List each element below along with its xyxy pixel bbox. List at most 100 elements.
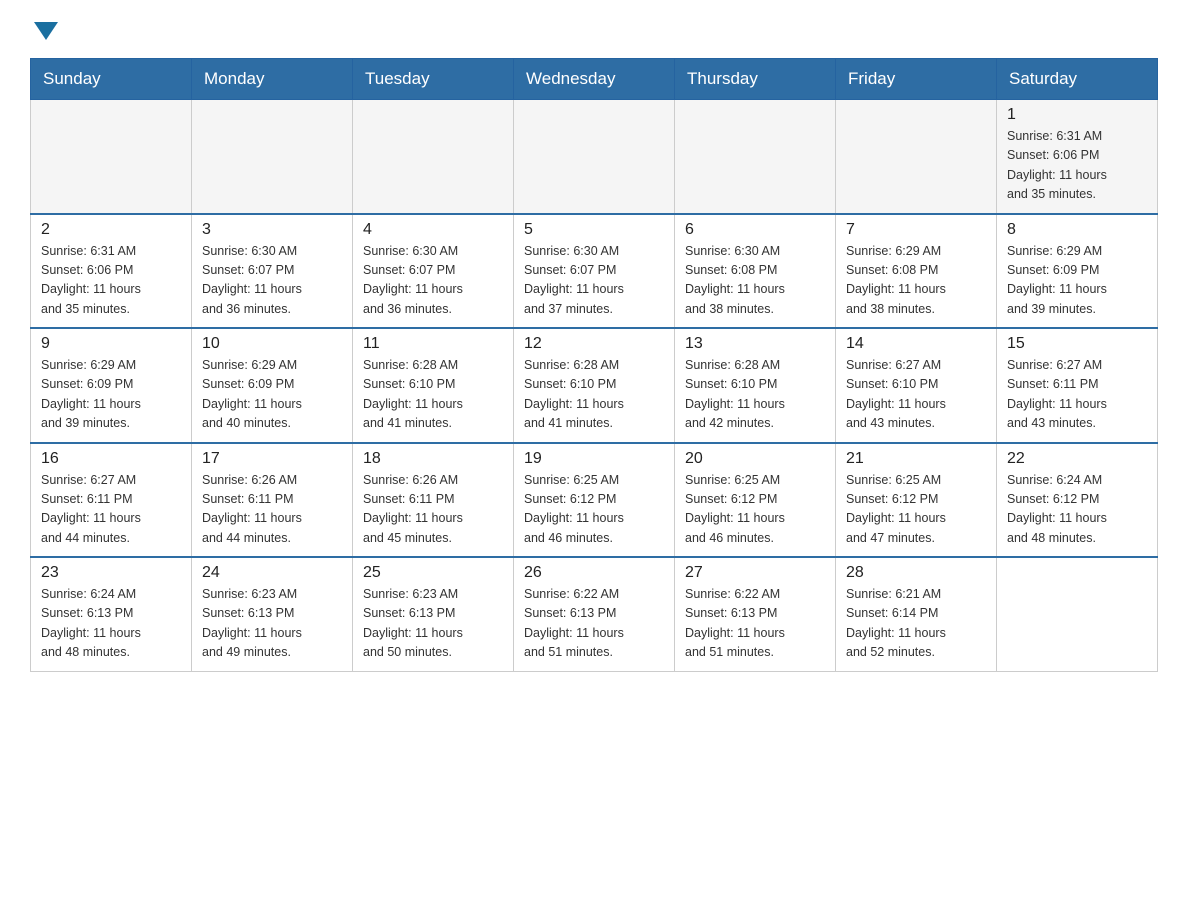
week-row-5: 23 Sunrise: 6:24 AM Sunset: 6:13 PM Dayli… bbox=[31, 557, 1158, 671]
day-info: Sunrise: 6:28 AM Sunset: 6:10 PM Dayligh… bbox=[363, 356, 503, 434]
day-info: Sunrise: 6:29 AM Sunset: 6:09 PM Dayligh… bbox=[41, 356, 181, 434]
day-cell: 27 Sunrise: 6:22 AM Sunset: 6:13 PM Dayli… bbox=[675, 557, 836, 671]
day-info: Sunrise: 6:25 AM Sunset: 6:12 PM Dayligh… bbox=[846, 471, 986, 549]
day-number: 1 bbox=[1007, 106, 1147, 124]
weekday-header-row: SundayMondayTuesdayWednesdayThursdayFrid… bbox=[31, 59, 1158, 100]
day-info: Sunrise: 6:29 AM Sunset: 6:09 PM Dayligh… bbox=[1007, 242, 1147, 320]
day-cell: 15 Sunrise: 6:27 AM Sunset: 6:11 PM Dayli… bbox=[997, 328, 1158, 443]
logo bbox=[30, 20, 58, 38]
day-number: 15 bbox=[1007, 335, 1147, 353]
day-info: Sunrise: 6:31 AM Sunset: 6:06 PM Dayligh… bbox=[1007, 127, 1147, 205]
weekday-header-thursday: Thursday bbox=[675, 59, 836, 100]
week-row-3: 9 Sunrise: 6:29 AM Sunset: 6:09 PM Daylig… bbox=[31, 328, 1158, 443]
day-number: 6 bbox=[685, 221, 825, 239]
day-info: Sunrise: 6:23 AM Sunset: 6:13 PM Dayligh… bbox=[363, 585, 503, 663]
day-number: 5 bbox=[524, 221, 664, 239]
logo-arrow-icon bbox=[34, 22, 58, 40]
weekday-header-monday: Monday bbox=[192, 59, 353, 100]
day-cell bbox=[997, 557, 1158, 671]
day-cell: 18 Sunrise: 6:26 AM Sunset: 6:11 PM Dayli… bbox=[353, 443, 514, 558]
day-number: 23 bbox=[41, 564, 181, 582]
day-cell bbox=[836, 100, 997, 214]
day-info: Sunrise: 6:21 AM Sunset: 6:14 PM Dayligh… bbox=[846, 585, 986, 663]
day-info: Sunrise: 6:26 AM Sunset: 6:11 PM Dayligh… bbox=[202, 471, 342, 549]
day-number: 18 bbox=[363, 450, 503, 468]
day-info: Sunrise: 6:27 AM Sunset: 6:11 PM Dayligh… bbox=[1007, 356, 1147, 434]
calendar: SundayMondayTuesdayWednesdayThursdayFrid… bbox=[30, 58, 1158, 672]
week-row-2: 2 Sunrise: 6:31 AM Sunset: 6:06 PM Daylig… bbox=[31, 214, 1158, 329]
day-info: Sunrise: 6:25 AM Sunset: 6:12 PM Dayligh… bbox=[685, 471, 825, 549]
day-number: 28 bbox=[846, 564, 986, 582]
day-cell: 26 Sunrise: 6:22 AM Sunset: 6:13 PM Dayli… bbox=[514, 557, 675, 671]
week-row-4: 16 Sunrise: 6:27 AM Sunset: 6:11 PM Dayli… bbox=[31, 443, 1158, 558]
day-cell: 19 Sunrise: 6:25 AM Sunset: 6:12 PM Dayli… bbox=[514, 443, 675, 558]
day-cell: 1 Sunrise: 6:31 AM Sunset: 6:06 PM Daylig… bbox=[997, 100, 1158, 214]
day-info: Sunrise: 6:30 AM Sunset: 6:07 PM Dayligh… bbox=[202, 242, 342, 320]
weekday-header-sunday: Sunday bbox=[31, 59, 192, 100]
day-number: 9 bbox=[41, 335, 181, 353]
day-number: 25 bbox=[363, 564, 503, 582]
day-cell: 6 Sunrise: 6:30 AM Sunset: 6:08 PM Daylig… bbox=[675, 214, 836, 329]
day-cell: 23 Sunrise: 6:24 AM Sunset: 6:13 PM Dayli… bbox=[31, 557, 192, 671]
day-number: 4 bbox=[363, 221, 503, 239]
week-row-1: 1 Sunrise: 6:31 AM Sunset: 6:06 PM Daylig… bbox=[31, 100, 1158, 214]
day-cell: 3 Sunrise: 6:30 AM Sunset: 6:07 PM Daylig… bbox=[192, 214, 353, 329]
day-cell bbox=[514, 100, 675, 214]
day-cell: 11 Sunrise: 6:28 AM Sunset: 6:10 PM Dayli… bbox=[353, 328, 514, 443]
day-number: 3 bbox=[202, 221, 342, 239]
day-number: 2 bbox=[41, 221, 181, 239]
day-number: 16 bbox=[41, 450, 181, 468]
day-number: 20 bbox=[685, 450, 825, 468]
day-number: 19 bbox=[524, 450, 664, 468]
day-cell: 14Sunrise: 6:27 AM Sunset: 6:10 PM Dayli… bbox=[836, 328, 997, 443]
day-cell bbox=[353, 100, 514, 214]
weekday-header-wednesday: Wednesday bbox=[514, 59, 675, 100]
day-number: 17 bbox=[202, 450, 342, 468]
day-cell: 12Sunrise: 6:28 AM Sunset: 6:10 PM Dayli… bbox=[514, 328, 675, 443]
day-cell: 21 Sunrise: 6:25 AM Sunset: 6:12 PM Dayli… bbox=[836, 443, 997, 558]
day-cell: 28 Sunrise: 6:21 AM Sunset: 6:14 PM Dayli… bbox=[836, 557, 997, 671]
day-number: 8 bbox=[1007, 221, 1147, 239]
day-cell: 7 Sunrise: 6:29 AM Sunset: 6:08 PM Daylig… bbox=[836, 214, 997, 329]
day-cell: 16 Sunrise: 6:27 AM Sunset: 6:11 PM Dayli… bbox=[31, 443, 192, 558]
day-number: 10 bbox=[202, 335, 342, 353]
day-cell: 20 Sunrise: 6:25 AM Sunset: 6:12 PM Dayli… bbox=[675, 443, 836, 558]
day-cell: 8 Sunrise: 6:29 AM Sunset: 6:09 PM Daylig… bbox=[997, 214, 1158, 329]
day-cell: 25 Sunrise: 6:23 AM Sunset: 6:13 PM Dayli… bbox=[353, 557, 514, 671]
day-cell: 22 Sunrise: 6:24 AM Sunset: 6:12 PM Dayli… bbox=[997, 443, 1158, 558]
day-info: Sunrise: 6:26 AM Sunset: 6:11 PM Dayligh… bbox=[363, 471, 503, 549]
day-info: Sunrise: 6:28 AM Sunset: 6:10 PM Dayligh… bbox=[524, 356, 664, 434]
day-number: 26 bbox=[524, 564, 664, 582]
day-number: 22 bbox=[1007, 450, 1147, 468]
day-cell: 24Sunrise: 6:23 AM Sunset: 6:13 PM Dayli… bbox=[192, 557, 353, 671]
day-cell bbox=[675, 100, 836, 214]
weekday-header-saturday: Saturday bbox=[997, 59, 1158, 100]
day-info: Sunrise: 6:22 AM Sunset: 6:13 PM Dayligh… bbox=[524, 585, 664, 663]
day-cell: 5 Sunrise: 6:30 AM Sunset: 6:07 PM Daylig… bbox=[514, 214, 675, 329]
day-number: 11 bbox=[363, 335, 503, 353]
day-number: 27 bbox=[685, 564, 825, 582]
page-header bbox=[30, 20, 1158, 38]
day-info: Sunrise: 6:28 AM Sunset: 6:10 PM Dayligh… bbox=[685, 356, 825, 434]
day-info: Sunrise: 6:30 AM Sunset: 6:08 PM Dayligh… bbox=[685, 242, 825, 320]
day-info: Sunrise: 6:31 AM Sunset: 6:06 PM Dayligh… bbox=[41, 242, 181, 320]
day-info: Sunrise: 6:25 AM Sunset: 6:12 PM Dayligh… bbox=[524, 471, 664, 549]
day-cell: 17 Sunrise: 6:26 AM Sunset: 6:11 PM Dayli… bbox=[192, 443, 353, 558]
day-info: Sunrise: 6:30 AM Sunset: 6:07 PM Dayligh… bbox=[524, 242, 664, 320]
day-info: Sunrise: 6:27 AM Sunset: 6:11 PM Dayligh… bbox=[41, 471, 181, 549]
day-cell: 2 Sunrise: 6:31 AM Sunset: 6:06 PM Daylig… bbox=[31, 214, 192, 329]
day-number: 21 bbox=[846, 450, 986, 468]
day-number: 14 bbox=[846, 335, 986, 353]
day-info: Sunrise: 6:22 AM Sunset: 6:13 PM Dayligh… bbox=[685, 585, 825, 663]
day-info: Sunrise: 6:24 AM Sunset: 6:13 PM Dayligh… bbox=[41, 585, 181, 663]
day-info: Sunrise: 6:29 AM Sunset: 6:08 PM Dayligh… bbox=[846, 242, 986, 320]
day-info: Sunrise: 6:30 AM Sunset: 6:07 PM Dayligh… bbox=[363, 242, 503, 320]
day-cell bbox=[192, 100, 353, 214]
day-info: Sunrise: 6:29 AM Sunset: 6:09 PM Dayligh… bbox=[202, 356, 342, 434]
day-cell bbox=[31, 100, 192, 214]
day-number: 7 bbox=[846, 221, 986, 239]
day-number: 13 bbox=[685, 335, 825, 353]
day-cell: 10 Sunrise: 6:29 AM Sunset: 6:09 PM Dayli… bbox=[192, 328, 353, 443]
day-info: Sunrise: 6:24 AM Sunset: 6:12 PM Dayligh… bbox=[1007, 471, 1147, 549]
day-cell: 4 Sunrise: 6:30 AM Sunset: 6:07 PM Daylig… bbox=[353, 214, 514, 329]
